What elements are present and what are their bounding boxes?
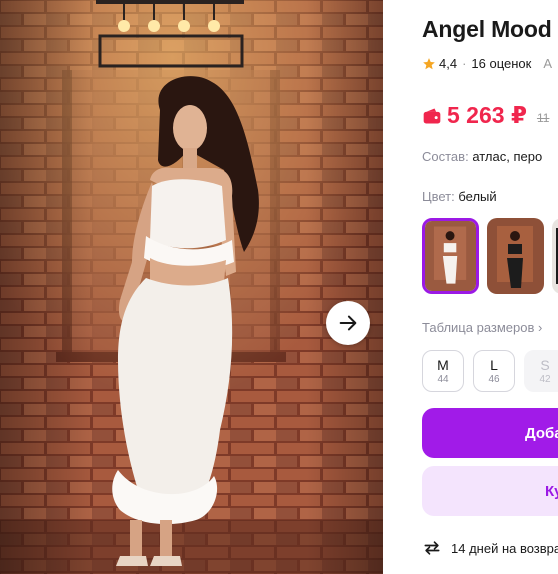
size-number: 46 — [488, 374, 500, 385]
composition: Состав: атлас, перо — [422, 149, 542, 164]
color-value: белый — [458, 189, 497, 204]
rating-extra-text: А — [543, 56, 553, 71]
black-variant-thumbnail — [487, 218, 544, 294]
color-swatch-white[interactable] — [422, 218, 479, 294]
color-swatches — [422, 218, 558, 294]
old-price: 11 — [536, 110, 550, 125]
size-table-label: Таблица размеров — [422, 320, 535, 335]
size-option-m[interactable]: M 44 — [422, 350, 464, 392]
add-to-cart-button[interactable]: Добавить в корзину — [422, 408, 558, 458]
rating-row[interactable]: 4,4 · 16 оценок А — [422, 56, 552, 71]
color-swatch-other[interactable] — [552, 218, 558, 294]
price-row: 5 263 ₽ 11 — [422, 102, 549, 129]
size-label: L — [490, 357, 498, 373]
returns-info: 14 дней на возврат — [422, 538, 558, 558]
wallet-icon — [423, 108, 441, 123]
returns-text: 14 дней на возврат — [451, 540, 558, 556]
size-selector: M 44 L 46 S 42 — [422, 350, 558, 392]
rating-separator: · — [462, 56, 467, 71]
product-info-panel: Angel Mood 4,4 · 16 оценок А 5 263 ₽ 11 … — [422, 0, 558, 574]
arrow-right-icon — [339, 315, 357, 331]
size-label: S — [540, 357, 550, 373]
size-label: M — [437, 357, 449, 373]
composition-label: Состав: — [422, 149, 469, 164]
color-label: Цвет: — [422, 189, 455, 204]
size-number: 42 — [539, 374, 551, 385]
color-info: Цвет: белый — [422, 189, 497, 204]
current-price: 5 263 ₽ — [447, 102, 527, 128]
rating-value: 4,4 — [439, 56, 458, 71]
swap-arrows-icon — [424, 541, 440, 555]
chevron-right-icon: › — [538, 320, 543, 335]
composition-value: атлас, перо — [472, 149, 543, 164]
other-variant-thumbnail — [552, 218, 558, 294]
size-number: 44 — [437, 374, 449, 385]
size-option-l[interactable]: L 46 — [473, 350, 515, 392]
star-icon — [423, 57, 435, 69]
next-image-button[interactable] — [326, 301, 370, 345]
color-swatch-black[interactable] — [487, 218, 544, 294]
size-table-link[interactable]: Таблица размеров › — [422, 320, 542, 335]
buy-now-button[interactable]: Купить сейчас — [422, 466, 558, 516]
reviews-count[interactable]: 16 оценок — [471, 56, 531, 71]
product-photo-image — [0, 0, 383, 574]
product-photo[interactable] — [0, 0, 383, 574]
product-title: Angel Mood — [422, 16, 552, 42]
white-variant-thumbnail — [425, 221, 476, 291]
size-option-s[interactable]: S 42 — [524, 350, 558, 392]
